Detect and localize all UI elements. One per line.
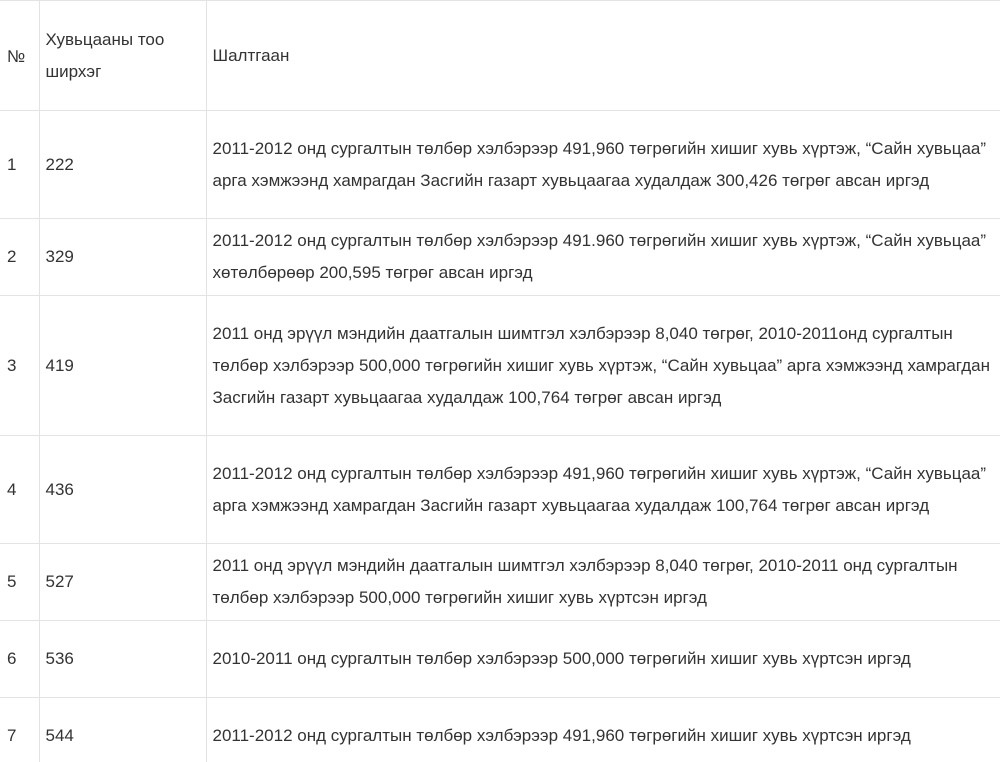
row-quantity: 436	[38, 435, 207, 544]
shares-table: № Хувьцааны тоо ширхэг Шалтгаан 1 222 20…	[0, 0, 1000, 762]
table-row: 7 544 2011-2012 онд сургалтын төлбөр хэл…	[0, 697, 1000, 762]
table-row: 6 536 2010-2011 онд сургалтын төлбөр хэл…	[0, 620, 1000, 698]
row-number: 4	[0, 435, 40, 544]
table-row: 5 527 2011 онд эрүүл мэндийн даатгалын ш…	[0, 543, 1000, 621]
row-quantity: 527	[38, 543, 207, 621]
row-number: 5	[0, 543, 40, 621]
row-reason: 2011-2012 онд сургалтын төлбөр хэлбэрээр…	[205, 697, 1000, 762]
shares-table-container: № Хувьцааны тоо ширхэг Шалтгаан 1 222 20…	[0, 0, 1000, 762]
row-reason: 2011 онд эрүүл мэндийн даатгалын шимтгэл…	[205, 295, 1000, 436]
header-reason: Шалтгаан	[205, 0, 1000, 111]
table-body: 1 222 2011-2012 онд сургалтын төлбөр хэл…	[0, 110, 1000, 762]
row-quantity: 222	[38, 110, 207, 219]
row-number: 1	[0, 110, 40, 219]
row-reason: 2011-2012 онд сургалтын төлбөр хэлбэрээр…	[205, 218, 1000, 296]
header-number: №	[0, 0, 40, 111]
table-row: 1 222 2011-2012 онд сургалтын төлбөр хэл…	[0, 110, 1000, 219]
table-row: 4 436 2011-2012 онд сургалтын төлбөр хэл…	[0, 435, 1000, 544]
row-reason: 2011-2012 онд сургалтын төлбөр хэлбэрээр…	[205, 110, 1000, 219]
table-row: 3 419 2011 онд эрүүл мэндийн даатгалын ш…	[0, 295, 1000, 436]
table-header: № Хувьцааны тоо ширхэг Шалтгаан	[0, 0, 1000, 111]
row-number: 7	[0, 697, 40, 762]
header-row: № Хувьцааны тоо ширхэг Шалтгаан	[0, 0, 1000, 111]
row-reason: 2010-2011 онд сургалтын төлбөр хэлбэрээр…	[205, 620, 1000, 698]
table-row: 2 329 2011-2012 онд сургалтын төлбөр хэл…	[0, 218, 1000, 296]
row-number: 3	[0, 295, 40, 436]
row-quantity: 544	[38, 697, 207, 762]
row-quantity: 536	[38, 620, 207, 698]
header-quantity: Хувьцааны тоо ширхэг	[38, 0, 207, 111]
row-reason: 2011-2012 онд сургалтын төлбөр хэлбэрээр…	[205, 435, 1000, 544]
row-quantity: 419	[38, 295, 207, 436]
row-reason: 2011 онд эрүүл мэндийн даатгалын шимтгэл…	[205, 543, 1000, 621]
row-number: 2	[0, 218, 40, 296]
row-quantity: 329	[38, 218, 207, 296]
row-number: 6	[0, 620, 40, 698]
